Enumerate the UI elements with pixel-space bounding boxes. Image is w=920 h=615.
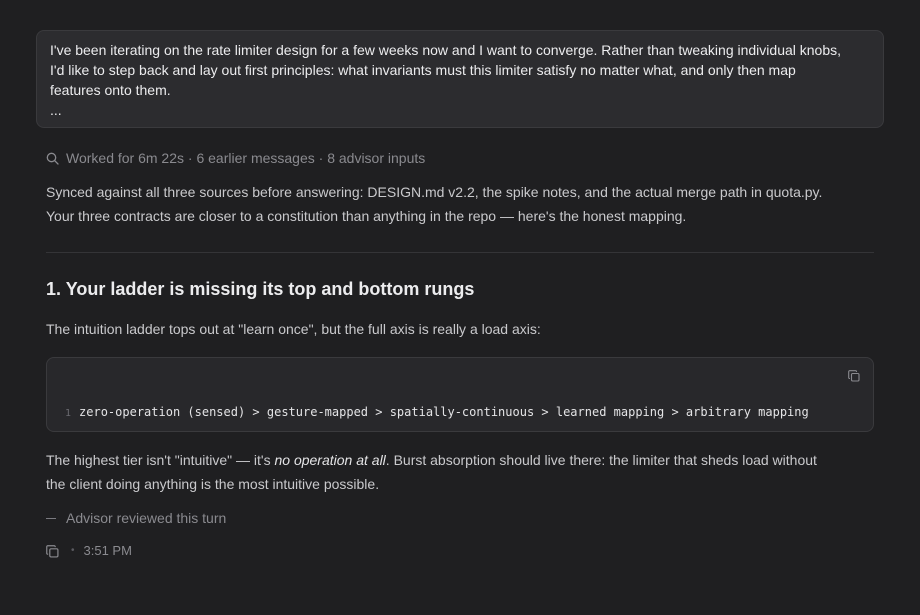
code-block: 1 zero-operation (sensed) > gesture-mappe… (46, 357, 874, 432)
advisor-review-label: Advisor reviewed this turn (66, 510, 227, 526)
explanation-paragraph: The highest tier isn't "intuitive" — it'… (46, 448, 876, 496)
copy-icon (46, 544, 59, 558)
earlier-messages-count: 6 earlier messages (196, 150, 315, 166)
user-message-line: I'd like to step back and lay out first … (50, 62, 796, 78)
footer-dot: • (71, 545, 75, 556)
dash-icon (46, 517, 56, 519)
user-message-bubble: I've been iterating on the rate limiter … (36, 30, 884, 128)
line-number: 1 (65, 408, 72, 419)
intro-line: Synced against all three sources before … (46, 184, 823, 200)
code-line: 1 zero-operation (sensed) > gesture-mappe… (65, 403, 809, 423)
copy-icon (848, 370, 860, 382)
user-message-line: features onto them. (50, 82, 171, 98)
explanation-text: the client doing anything is the most in… (46, 476, 380, 492)
explanation-text: The highest tier isn't "intuitive" — it'… (46, 452, 275, 468)
copy-code-button[interactable] (848, 369, 860, 387)
intro-paragraph: Synced against all three sources before … (46, 180, 876, 228)
user-message-more[interactable]: ... (50, 100, 870, 120)
advisor-inputs-count: 8 advisor inputs (327, 150, 426, 166)
section-heading: 1. Your ladder is missing its top and bo… (46, 279, 475, 299)
copy-message-button[interactable] (46, 544, 59, 558)
explanation-text: . Burst absorption should live there: th… (385, 452, 817, 468)
intro-line: Your three contracts are closer to a con… (46, 208, 687, 224)
section-paragraph: The intuition ladder tops out at "learn … (46, 321, 541, 337)
user-message-line: I've been iterating on the rate limiter … (50, 42, 842, 58)
work-summary[interactable]: Worked for 6m 22s · 6 earlier messages ·… (46, 148, 425, 168)
meta-separator: · (314, 150, 328, 166)
message-timestamp: 3:51 PM (83, 543, 132, 558)
message-footer: • 3:51 PM (46, 541, 132, 561)
meta-separator: · (184, 150, 197, 166)
search-icon (46, 152, 59, 165)
emphasis-text: no operation at all (274, 452, 386, 468)
worked-duration: Worked for 6m 22s (66, 150, 185, 166)
divider (46, 252, 874, 253)
code-text: zero-operation (sensed) > gesture-mapped… (79, 405, 809, 419)
advisor-review-note[interactable]: Advisor reviewed this turn (46, 508, 226, 528)
